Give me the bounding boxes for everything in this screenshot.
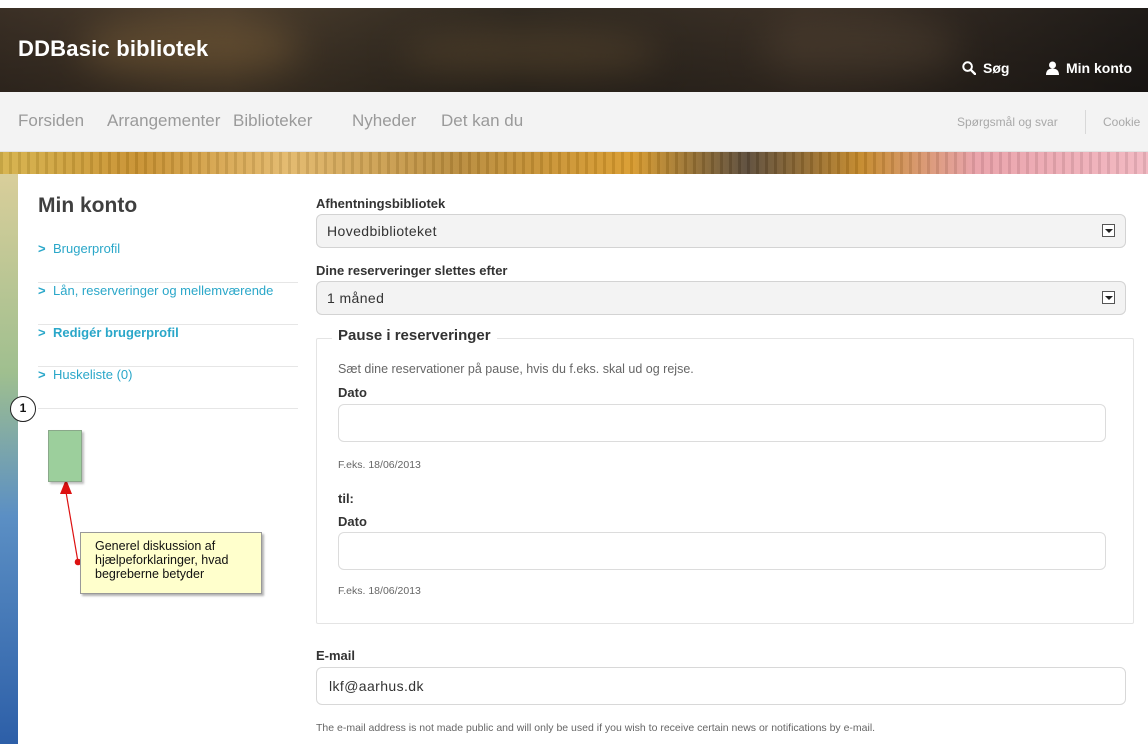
search-icon xyxy=(962,61,976,75)
annotation-note: Generel diskussion af hjælpeforklaringer… xyxy=(80,532,262,594)
nav-item-cookie[interactable]: Cookie xyxy=(1103,115,1140,129)
nav-item-det-kan-du[interactable]: Det kan du xyxy=(441,111,523,131)
pause-fieldset xyxy=(316,338,1134,624)
chevron-right-icon: > xyxy=(38,241,46,256)
nav-item-arrangementer[interactable]: Arrangementer xyxy=(107,111,220,131)
reservation-expiry-select[interactable]: 1 måned xyxy=(316,281,1126,315)
pause-to-help: F.eks. 18/06/2013 xyxy=(338,585,421,597)
sidebar-item-label: Brugerprofil xyxy=(53,241,121,256)
email-label: E-mail xyxy=(316,648,356,663)
sidebar-item-laan[interactable]: > Lån, reserveringer og mellemværende xyxy=(38,283,298,325)
pause-from-label: Dato xyxy=(338,385,367,400)
email-field[interactable]: lkf@aarhus.dk xyxy=(316,667,1126,705)
sidebar-item-label: Lån, reserveringer og mellemværende xyxy=(53,283,274,298)
email-value: lkf@aarhus.dk xyxy=(329,678,424,694)
site-title[interactable]: DDBasic bibliotek xyxy=(18,36,208,62)
site-header: DDBasic bibliotek Søg Min konto xyxy=(0,0,1148,92)
pickup-library-value: Hovedbiblioteket xyxy=(327,223,437,239)
search-label: Søg xyxy=(983,60,1010,76)
sidebar-title: Min konto xyxy=(38,194,138,217)
pickup-library-label: Afhentningsbibliotek xyxy=(316,196,446,211)
chevron-right-icon: > xyxy=(38,325,46,340)
nav-item-biblioteker[interactable]: Biblioteker xyxy=(233,111,312,131)
pause-to-label: Dato xyxy=(338,514,367,529)
sidebar-item-label: Huskeliste (0) xyxy=(53,367,133,382)
pause-from-date-input[interactable] xyxy=(338,404,1106,442)
email-help-text: The e-mail address is not made public an… xyxy=(316,722,876,734)
page: DDBasic bibliotek Søg Min konto Forsiden… xyxy=(0,0,1148,744)
reservation-expiry-label: Dine reserveringer slettes efter xyxy=(316,263,508,278)
annotation-number: 1 xyxy=(10,396,36,422)
account-label: Min konto xyxy=(1066,60,1133,76)
dropdown-arrow-icon xyxy=(1102,224,1115,237)
pause-to-date-input[interactable] xyxy=(338,532,1106,570)
pickup-library-select[interactable]: Hovedbiblioteket xyxy=(316,214,1126,248)
nav-item-forsiden[interactable]: Forsiden xyxy=(18,111,84,131)
search-link[interactable]: Søg xyxy=(962,60,1009,76)
annotation-highlight-box xyxy=(48,430,82,482)
pause-til-label: til: xyxy=(338,491,354,506)
pause-description: Sæt dine reservationer på pause, hvis du… xyxy=(338,362,694,376)
nav-item-faq[interactable]: Spørgsmål og svar xyxy=(957,115,1058,129)
nav-divider xyxy=(1085,110,1086,134)
sidebar-item-label: Redigér brugerprofil xyxy=(53,325,179,340)
main-navigation: Forsiden Arrangementer Biblioteker Nyhed… xyxy=(0,92,1148,152)
decorative-edge xyxy=(0,174,18,744)
reservation-expiry-value: 1 måned xyxy=(327,290,385,306)
pause-from-help: F.eks. 18/06/2013 xyxy=(338,459,421,471)
chevron-right-icon: > xyxy=(38,283,46,298)
user-icon xyxy=(1046,61,1059,75)
decorative-banner xyxy=(0,152,1148,174)
account-link[interactable]: Min konto xyxy=(1046,60,1132,76)
sidebar-item-rediger-brugerprofil[interactable]: > Redigér brugerprofil xyxy=(38,325,298,367)
chevron-right-icon: > xyxy=(38,367,46,382)
nav-item-nyheder[interactable]: Nyheder xyxy=(352,111,416,131)
sidebar-item-brugerprofil[interactable]: > Brugerprofil xyxy=(38,241,298,283)
sidebar-item-huskeliste[interactable]: > Huskeliste (0) xyxy=(38,367,298,409)
pause-legend: Pause i reserveringer xyxy=(332,327,497,344)
dropdown-arrow-icon xyxy=(1102,291,1115,304)
